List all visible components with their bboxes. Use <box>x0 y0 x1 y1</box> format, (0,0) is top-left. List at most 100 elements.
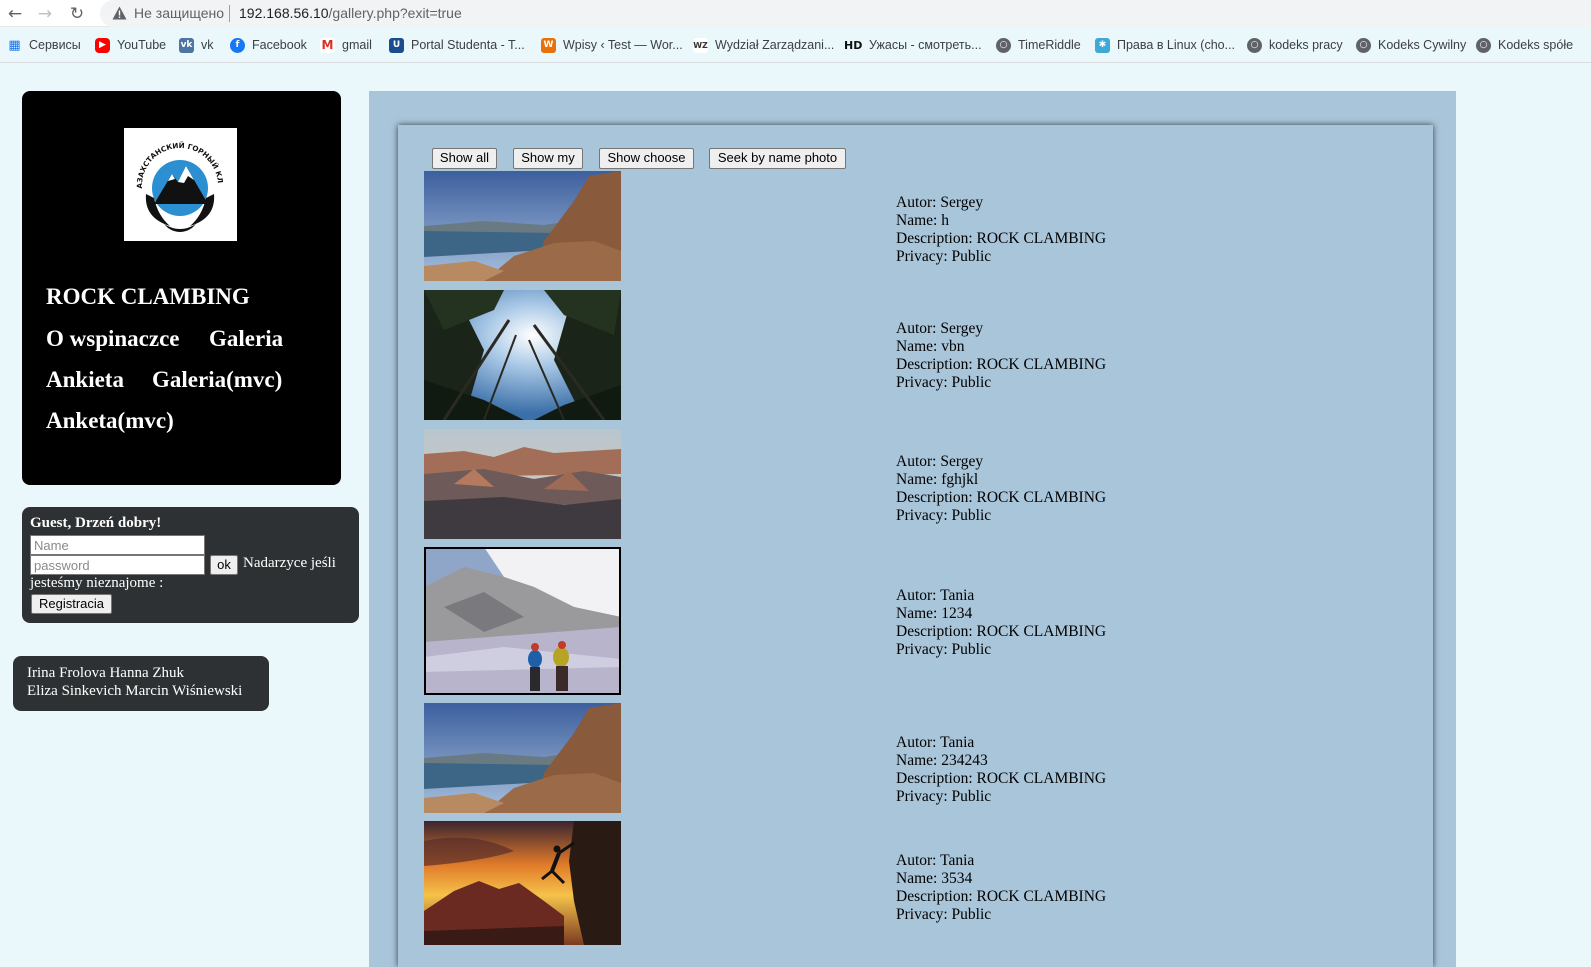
privacy-value: Public <box>951 641 992 658</box>
photo-privacy: Privacy: Public <box>896 374 1106 392</box>
photo-thumbnail[interactable] <box>424 547 621 695</box>
photo-lake-cliff <box>424 171 621 281</box>
register-button[interactable]: Registracia <box>31 594 112 614</box>
menu-link-galeria[interactable]: Galeria <box>209 326 283 352</box>
photo-thumbnail[interactable] <box>424 821 621 945</box>
photo-thumbnail[interactable] <box>424 171 621 281</box>
author-value: Tania <box>940 734 975 751</box>
bookmark-kodeks-spolek[interactable]: ○ Kodeks spółe <box>1476 35 1573 55</box>
bookmark-kodeks-cywilny[interactable]: ○ Kodeks Cywilny <box>1356 35 1466 55</box>
login-panel: Guest, Drzeń dobry! ok Nadarzyce jeśli j… <box>22 507 359 623</box>
globe-icon: ○ <box>1356 37 1371 53</box>
bookmark-label: Kodeks Cywilny <box>1378 38 1467 52</box>
privacy-label: Privacy: <box>896 507 952 524</box>
bookmark-vk[interactable]: vk vk <box>179 35 214 55</box>
description-label: Description: <box>896 770 977 787</box>
bookmark-kodeks-pracy[interactable]: ○ kodeks pracy <box>1247 35 1343 55</box>
author-value: Tania <box>940 852 975 869</box>
privacy-value: Public <box>951 248 992 265</box>
globe-icon: ○ <box>996 37 1011 53</box>
login-ok-button[interactable]: ok <box>210 555 238 575</box>
photo-privacy: Privacy: Public <box>896 906 1106 924</box>
privacy-value: Public <box>951 788 992 805</box>
linux-icon: ✱ <box>1095 37 1110 53</box>
wordpress-icon: W <box>541 37 556 53</box>
globe-icon: ○ <box>1476 37 1491 53</box>
show-all-button[interactable]: Show all <box>432 148 497 169</box>
url-omnibox[interactable]: Не защищено 192.168.56.10/gallery.php?ex… <box>100 0 1591 27</box>
url-text[interactable]: 192.168.56.10/gallery.php?exit=true <box>239 5 462 21</box>
privacy-value: Public <box>951 906 992 923</box>
photo-description: Description: ROCK CLAMBING <box>896 489 1106 507</box>
youtube-icon: ▶ <box>95 37 110 53</box>
name-value: 1234 <box>941 605 973 622</box>
menu-link-o-wspinaczce[interactable]: O wspinaczce <box>46 326 180 352</box>
browser-address-bar: ← → ↻ Не защищено 192.168.56.10/gallery.… <box>0 0 1591 27</box>
bookmark-label: TimeRiddle <box>1018 38 1081 52</box>
privacy-label: Privacy: <box>896 248 952 265</box>
bookmark-uzhasy[interactable]: HD Ужасы - смотреть... <box>844 35 982 55</box>
login-name-input[interactable] <box>30 535 205 555</box>
photo-meta: Autor: Tania Name: 3534 Description: ROC… <box>896 852 1106 924</box>
bookmark-youtube[interactable]: ▶ YouTube <box>95 35 166 55</box>
warning-icon[interactable] <box>112 6 127 20</box>
description-value: ROCK CLAMBING <box>976 888 1107 905</box>
bookmark-timeriddle[interactable]: ○ TimeRiddle <box>996 35 1081 55</box>
login-note-line1: Nadarzyce jeśli <box>243 555 336 571</box>
photo-thumbnail[interactable] <box>424 429 621 539</box>
photo-thumbnail[interactable] <box>424 290 621 420</box>
photo-meta: Autor: Sergey Name: h Description: ROCK … <box>896 194 1106 266</box>
bookmark-linux[interactable]: ✱ Права в Linux (cho... <box>1095 35 1235 55</box>
photo-name: Name: 234243 <box>896 752 1106 770</box>
bookmark-portal-studenta[interactable]: U Portal Studenta - T... <box>389 35 525 55</box>
photo-description: Description: ROCK CLAMBING <box>896 230 1106 248</box>
url-host: 192.168.56.10 <box>239 5 329 21</box>
menu-link-ankieta[interactable]: Ankieta <box>46 367 124 393</box>
author-label: Autor: <box>896 734 941 751</box>
photo-forest-sky <box>424 290 621 420</box>
bookmark-wydzial[interactable]: WZ Wydział Zarządzani... <box>693 35 834 55</box>
photo-author: Autor: Sergey <box>896 320 1106 338</box>
club-logo: КАЗАХСТАНСКИЙ ГОРНЫЙ КЛУБ <box>124 128 237 241</box>
login-note-line2: jesteśmy nieznajome : <box>30 575 164 591</box>
seek-by-name-button[interactable]: Seek by name photo <box>709 148 846 169</box>
bookmark-label: Сервисы <box>29 38 81 52</box>
security-label[interactable]: Не защищено <box>134 5 224 21</box>
site-title: ROCK CLAMBING <box>46 284 250 309</box>
photo-author: Autor: Tania <box>896 587 1106 605</box>
photo-glacier-climbers <box>424 547 621 695</box>
menu-link-anketa-mvc[interactable]: Anketa(mvc) <box>46 408 174 434</box>
description-label: Description: <box>896 230 977 247</box>
bookmark-label: Ужасы - смотреть... <box>869 38 982 52</box>
bookmark-services[interactable]: ▦ Сервисы <box>7 35 81 55</box>
club-logo-image: КАЗАХСТАНСКИЙ ГОРНЫЙ КЛУБ <box>124 128 225 232</box>
photo-name: Name: 1234 <box>896 605 1106 623</box>
bookmark-wpisy[interactable]: W Wpisy ‹ Test — Wor... <box>541 35 683 55</box>
privacy-label: Privacy: <box>896 788 952 805</box>
login-password-input[interactable] <box>30 555 205 575</box>
description-value: ROCK CLAMBING <box>976 230 1107 247</box>
bookmark-facebook[interactable]: f Facebook <box>230 35 307 55</box>
bookmark-gmail[interactable]: M gmail <box>320 35 372 55</box>
reload-icon[interactable]: ↻ <box>66 3 88 25</box>
bookmark-label: Facebook <box>252 38 307 52</box>
forward-icon[interactable]: → <box>34 3 56 25</box>
author-label: Autor: <box>896 587 941 604</box>
show-choose-button[interactable]: Show choose <box>599 148 694 169</box>
wz-icon: WZ <box>693 37 708 53</box>
name-value: 234243 <box>941 752 988 769</box>
menu-link-galeria-mvc[interactable]: Galeria(mvc) <box>152 367 282 393</box>
name-value: 3534 <box>941 870 973 887</box>
back-icon[interactable]: ← <box>4 3 26 25</box>
name-label: Name: <box>896 471 942 488</box>
portal-icon: U <box>389 37 404 53</box>
privacy-value: Public <box>951 507 992 524</box>
photo-author: Autor: Sergey <box>896 453 1106 471</box>
authors-line-1: Irina Frolova Hanna Zhuk <box>27 665 185 681</box>
photo-author: Autor: Tania <box>896 852 1106 870</box>
name-value: h <box>941 212 949 229</box>
name-label: Name: <box>896 212 942 229</box>
show-my-button[interactable]: Show my <box>513 148 583 169</box>
privacy-value: Public <box>951 374 992 391</box>
photo-thumbnail[interactable] <box>424 703 621 813</box>
